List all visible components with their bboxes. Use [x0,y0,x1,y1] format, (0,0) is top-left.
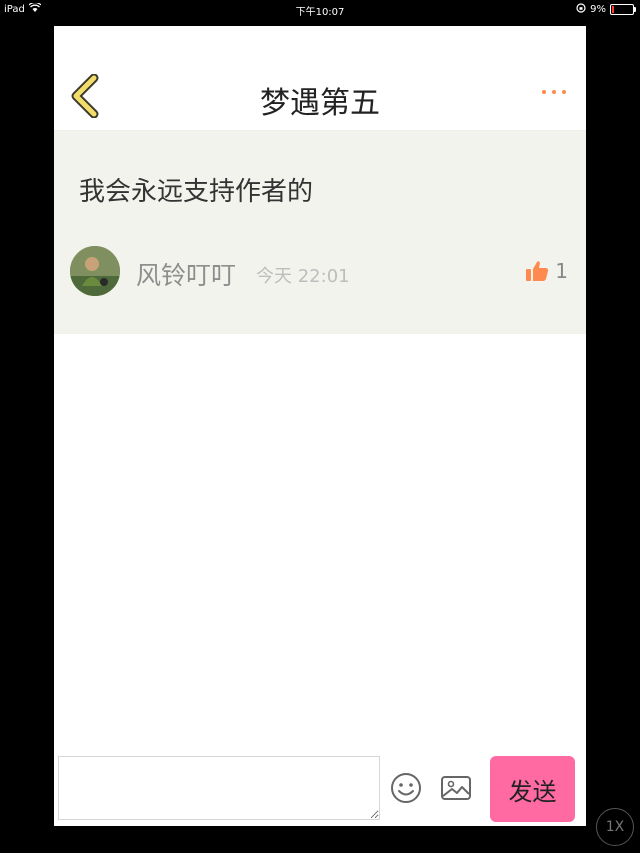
status-time: 下午10:07 [295,7,345,18]
comment-input[interactable] [58,756,380,820]
battery-icon [610,4,636,15]
navbar: 梦遇第五 [54,26,586,131]
status-bar: iPad 下午10:07 9% [0,0,640,18]
more-button[interactable] [542,90,566,94]
comment-text: 我会永远支持作者的 [79,177,314,207]
status-right: 9% [576,3,636,16]
thumbs-up-icon [526,261,549,281]
zoom-badge[interactable]: 1X [596,808,634,846]
smiley-icon [391,773,421,803]
comment-card: 我会永远支持作者的 风铃叮叮 今天 22:01 1 [54,131,586,334]
more-dot [562,90,566,94]
battery-percent: 9% [590,4,606,15]
emoji-button[interactable] [390,772,422,804]
image-button[interactable] [440,772,472,804]
username[interactable]: 风铃叮叮 [136,256,236,292]
image-icon [441,776,471,800]
composer-bar: 发送 [54,752,586,826]
like-button[interactable]: 1 [525,259,568,283]
orientation-lock-icon [576,3,586,16]
comment-timestamp: 今天 22:01 [256,266,350,287]
page-title: 梦遇第五 [260,86,380,121]
more-dot [542,90,546,94]
app-window: 梦遇第五 我会永远支持作者的 风铃叮叮 今天 22:01 1 发送 [54,26,586,826]
avatar-image [70,246,120,296]
battery-fill [612,6,614,13]
send-button[interactable]: 发送 [490,756,575,822]
more-dot [552,90,556,94]
like-count: 1 [555,259,568,283]
avatar[interactable] [70,246,120,296]
